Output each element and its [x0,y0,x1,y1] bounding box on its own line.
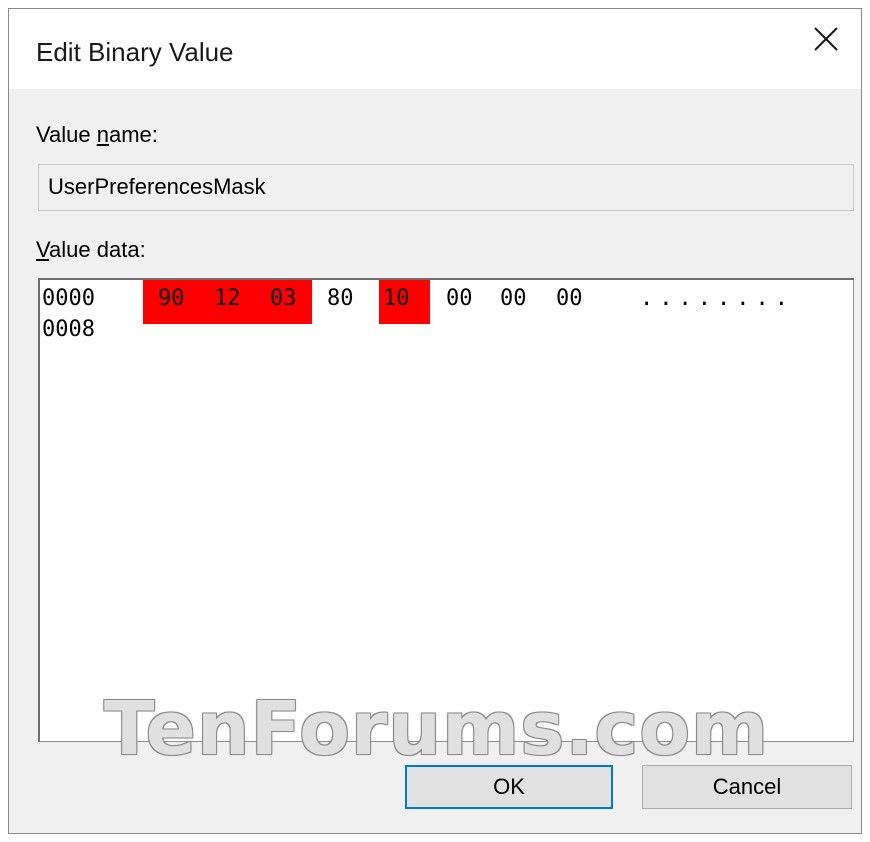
title-bar: Edit Binary Value [9,9,861,89]
byte-cell[interactable]: 00 [446,284,473,314]
edit-binary-value-dialog: Edit Binary Value Value name: UserPrefer… [8,8,862,834]
ascii-column[interactable]: ........ [640,284,794,314]
value-name-field: UserPreferencesMask [38,164,854,211]
dialog-title: Edit Binary Value [36,37,234,67]
cancel-button[interactable]: Cancel [642,765,852,809]
byte-cell[interactable]: 00 [556,284,583,314]
close-icon [814,27,838,51]
byte-cell[interactable]: 00 [500,284,527,314]
value-data-editor[interactable]: 0000 90 12 03 80 10 00 00 00 ........ 00… [38,278,854,742]
value-data-label: Value data: [36,237,146,262]
row-offset: 0000 [42,286,95,311]
ok-button[interactable]: OK [405,765,613,809]
hex-row-0: 0000 90 12 03 80 10 00 00 00 ........ [40,284,788,314]
byte-cell[interactable]: 90 [158,284,185,314]
row-offset: 0008 [42,317,95,342]
byte-cell[interactable]: 12 [214,284,241,314]
byte-cell[interactable]: 80 [327,284,354,314]
byte-cell[interactable]: 03 [270,284,297,314]
hex-row-1: 0008 [40,315,119,345]
value-name-label: Value name: [36,122,158,147]
byte-cell[interactable]: 10 [383,284,410,314]
close-button[interactable] [791,9,861,69]
